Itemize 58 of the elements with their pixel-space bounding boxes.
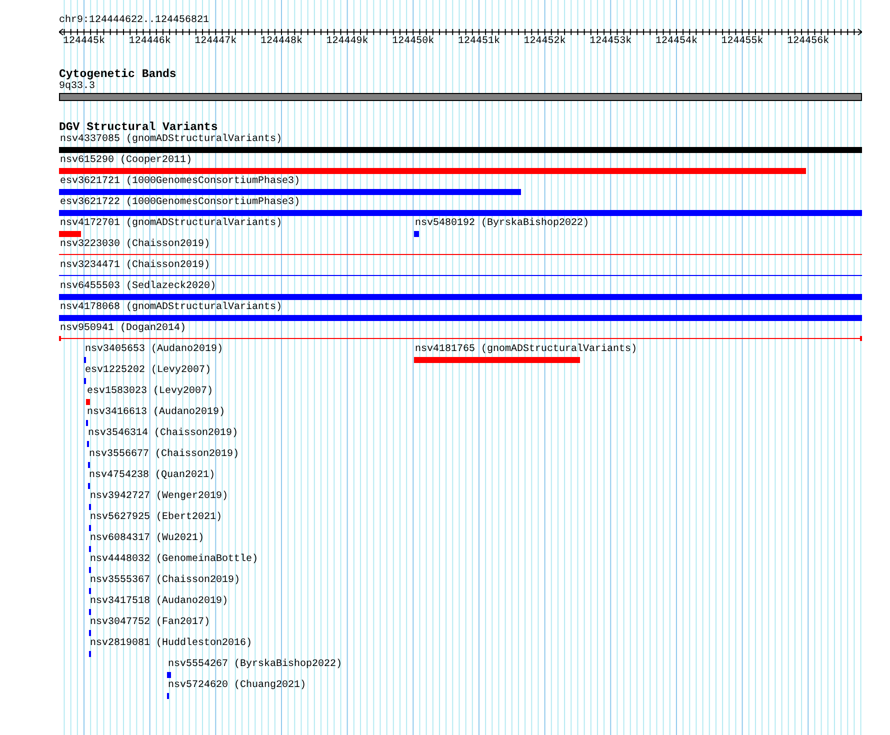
- variant-label: nsv3555367 (Chaisson2019): [90, 575, 240, 587]
- variant-label: nsv3942727 (Wenger2019): [90, 491, 228, 503]
- variant-bar[interactable]: [167, 672, 171, 678]
- variant-label: nsv4754238 (Quan2021): [89, 470, 216, 482]
- track-title: Cytogenetic Bands: [59, 69, 178, 81]
- variant-label: nsv2819081 (Huddleston2016): [90, 638, 252, 650]
- variant-label: nsv4337085 (gnomADStructuralVariants): [60, 134, 282, 146]
- variant-label: nsv3556677 (Chaisson2019): [89, 449, 240, 461]
- scale-label: 124450k: [392, 36, 434, 48]
- location-label: chr9:124444622..124456821: [59, 15, 210, 27]
- variant-label: nsv3405653 (Audano2019): [85, 344, 224, 356]
- scale-label: 124451k: [458, 36, 500, 48]
- scale-label: 124452k: [524, 36, 566, 48]
- variant-label: nsv5724620 (Chuang2021): [168, 680, 306, 692]
- variant-bar[interactable]: [59, 315, 862, 321]
- cytoband-bar[interactable]: [59, 93, 862, 101]
- variant-bar[interactable]: [59, 210, 862, 216]
- variant-bar[interactable]: [59, 231, 81, 237]
- variant-label: esv3621721 (1000GenomesConsortiumPhase3): [60, 176, 300, 188]
- cytoband-label: 9q33.3: [59, 81, 96, 93]
- scale-label: 124456k: [787, 36, 830, 48]
- variant-bar[interactable]: [59, 294, 862, 300]
- variant-label: nsv6084317 (Wu2021): [90, 533, 204, 545]
- variant-bar[interactable]: [414, 231, 419, 237]
- variant-label: nsv3047752 (Fan2017): [90, 617, 210, 629]
- variant-label: nsv615290 (Cooper2011): [60, 155, 192, 167]
- variant-label: esv1225202 (Levy2007): [85, 365, 212, 377]
- variant-bar[interactable]: [86, 399, 90, 405]
- variant-label: nsv3546314 (Chaisson2019): [88, 428, 238, 440]
- scale-label: 124445k: [63, 36, 105, 48]
- scale-label: 124446k: [128, 36, 171, 48]
- scale-label: 124449k: [326, 36, 368, 48]
- variant-label: nsv3223030 (Chaisson2019): [60, 239, 210, 251]
- variant-label: nsv950941 (Dogan2014): [60, 323, 186, 335]
- variant-label: nsv5554267 (ByrskaBishop2022): [168, 659, 342, 671]
- scale-label: 124454k: [655, 36, 698, 48]
- variant-label: nsv4181765 (gnomADStructuralVariants): [415, 344, 638, 356]
- variant-bar[interactable]: [59, 147, 862, 153]
- scale-label: 124453k: [590, 36, 632, 48]
- scale-label: 124447k: [194, 36, 237, 48]
- variant-label: nsv5627925 (Ebert2021): [90, 512, 222, 524]
- variant-bar[interactable]: [59, 189, 521, 195]
- variant-label: nsv5480192 (ByrskaBishop2022): [415, 218, 590, 230]
- variant-label: esv1583023 (Levy2007): [87, 386, 214, 398]
- variant-label: nsv3416613 (Audano2019): [87, 407, 226, 419]
- variant-label: nsv6455503 (Sedlazeck2020): [60, 281, 216, 293]
- variant-label: nsv3417518 (Audano2019): [90, 596, 228, 608]
- variant-label: nsv4172701 (gnomADStructuralVariants): [60, 218, 282, 230]
- variant-label: esv3621722 (1000GenomesConsortiumPhase3): [60, 197, 300, 209]
- variant-line[interactable]: [59, 336, 862, 341]
- track-title: DGV Structural Variants: [59, 122, 218, 134]
- variant-label: nsv3234471 (Chaisson2019): [60, 260, 210, 272]
- scale-label: 124448k: [260, 36, 302, 48]
- variant-label: nsv4178068 (gnomADStructuralVariants): [60, 302, 282, 314]
- variant-bar[interactable]: [59, 168, 806, 174]
- variant-bar[interactable]: [414, 357, 580, 363]
- variant-label: nsv4448032 (GenomeinaBottle): [90, 554, 258, 566]
- scale-label: 124455k: [721, 36, 764, 48]
